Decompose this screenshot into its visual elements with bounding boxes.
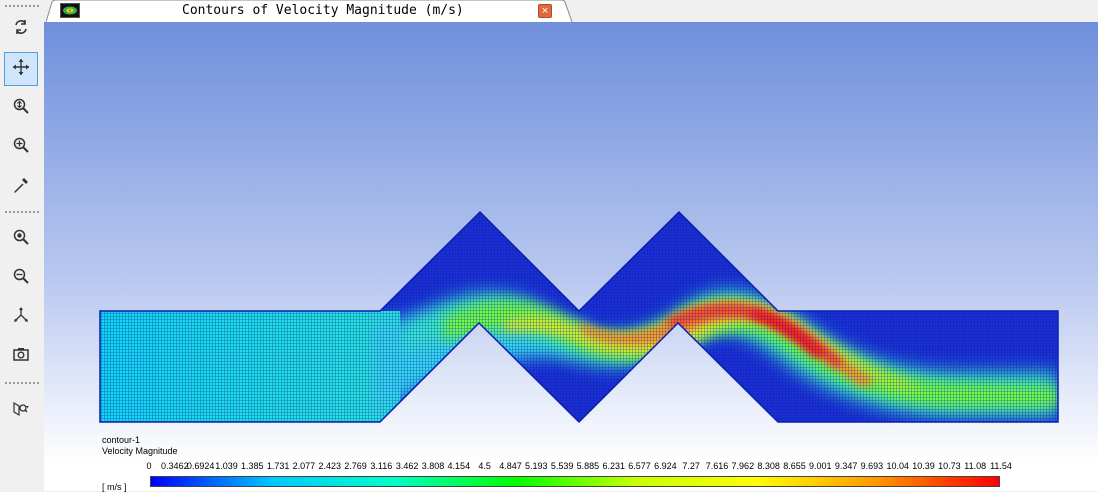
legend-tick-label: 2.423 xyxy=(318,461,341,471)
legend-tick-label: 11.08 xyxy=(964,461,987,471)
legend-tick-label: 0 xyxy=(146,461,152,471)
legend-variable-name: Velocity Magnitude xyxy=(102,446,178,456)
legend-tick-label: 3.462 xyxy=(395,461,419,471)
zoom-in-button[interactable] xyxy=(4,130,38,164)
legend-tick-label: 3.116 xyxy=(370,461,393,471)
zoom-out-icon xyxy=(12,267,30,290)
rotate-icon xyxy=(12,18,30,41)
legend-tick-label: 5.193 xyxy=(525,461,548,471)
fit-to-window-icon xyxy=(12,228,30,251)
legend-tick-label: 7.962 xyxy=(731,461,755,471)
probe-icon xyxy=(12,176,30,199)
graphics-toolbar xyxy=(0,0,45,491)
legend-tick-label: 4.847 xyxy=(499,461,522,471)
velocity-field xyxy=(100,212,1058,422)
toolbar-separator xyxy=(5,5,39,7)
legend-tick-label: 2.769 xyxy=(344,461,367,471)
fluent-graphics-icon xyxy=(60,3,80,18)
legend-tick-labels: 0 0.3462 0.6924 1.039 1.385 1.731 2.077 2.423 2.… xyxy=(44,461,1098,473)
legend-tick-label: 6.577 xyxy=(628,461,651,471)
legend-tick-label: 11.54 xyxy=(990,461,1012,471)
tab-title: Contours of Velocity Magnitude (m/s) xyxy=(182,3,464,18)
pan-button[interactable] xyxy=(4,52,38,86)
orient-axes-button[interactable] xyxy=(4,300,38,334)
fit-to-window-button[interactable] xyxy=(4,222,38,256)
legend-tick-label: 2.077 xyxy=(292,461,316,471)
zoom-out-button[interactable] xyxy=(4,261,38,295)
legend-colorbar xyxy=(150,476,1000,487)
legend-tick-label: 9.347 xyxy=(834,461,858,471)
contour-plot xyxy=(99,211,1059,423)
legend-tick-label: 7.616 xyxy=(705,461,729,471)
zoom-in-icon xyxy=(12,136,30,159)
graphics-window-tab[interactable]: Contours of Velocity Magnitude (m/s) × xyxy=(46,0,573,22)
camera-button[interactable] xyxy=(4,339,38,373)
legend-tick-label: 10.73 xyxy=(938,461,961,471)
close-tab-button[interactable]: × xyxy=(538,4,552,18)
graphics-tab-strip: Contours of Velocity Magnitude (m/s) × xyxy=(44,0,1098,22)
legend-tick-label: 10.04 xyxy=(886,461,909,471)
legend-tick-label: 8.308 xyxy=(757,461,780,471)
legend-tick-label: 5.885 xyxy=(576,461,600,471)
toolbar-separator xyxy=(5,211,39,213)
zoom-icon xyxy=(12,97,30,120)
legend-tick-label: 3.808 xyxy=(421,461,445,471)
view-options-icon xyxy=(12,399,30,422)
orient-axes-icon xyxy=(12,306,30,329)
rotate-button[interactable] xyxy=(4,12,38,46)
legend-tick-label: 1.385 xyxy=(241,461,264,471)
legend-tick-label: 9.001 xyxy=(809,461,832,471)
legend-tick-label: 4.154 xyxy=(447,461,471,471)
zoom-button[interactable] xyxy=(4,91,38,125)
graphics-viewport[interactable]: contour-1 Velocity Magnitude 0 0.3462 0.69… xyxy=(44,22,1098,492)
legend-tick-label: 6.231 xyxy=(602,461,625,471)
legend-tick-label: 4.5 xyxy=(478,461,491,471)
pan-icon xyxy=(12,58,30,81)
camera-icon xyxy=(12,345,30,368)
legend-tick-label: 0.3462 xyxy=(161,461,189,471)
probe-button[interactable] xyxy=(4,170,38,204)
legend-contour-name: contour-1 xyxy=(102,435,141,445)
legend-tick-label: 5.539 xyxy=(550,461,574,471)
legend-tick-label: 8.655 xyxy=(783,461,806,471)
legend-tick-label: 0.6924 xyxy=(186,461,215,471)
toolbar-separator xyxy=(5,382,39,384)
view-options-button[interactable] xyxy=(4,393,38,427)
legend-tick-label: 1.039 xyxy=(215,461,238,471)
legend-tick-label: 1.731 xyxy=(266,461,290,471)
legend-tick-label: 7.27 xyxy=(682,461,700,471)
close-icon: × xyxy=(541,5,549,17)
legend-tick-label: 10.39 xyxy=(912,461,935,471)
legend-tick-label: 9.693 xyxy=(860,461,884,471)
legend-tick-label: 6.924 xyxy=(654,461,677,471)
